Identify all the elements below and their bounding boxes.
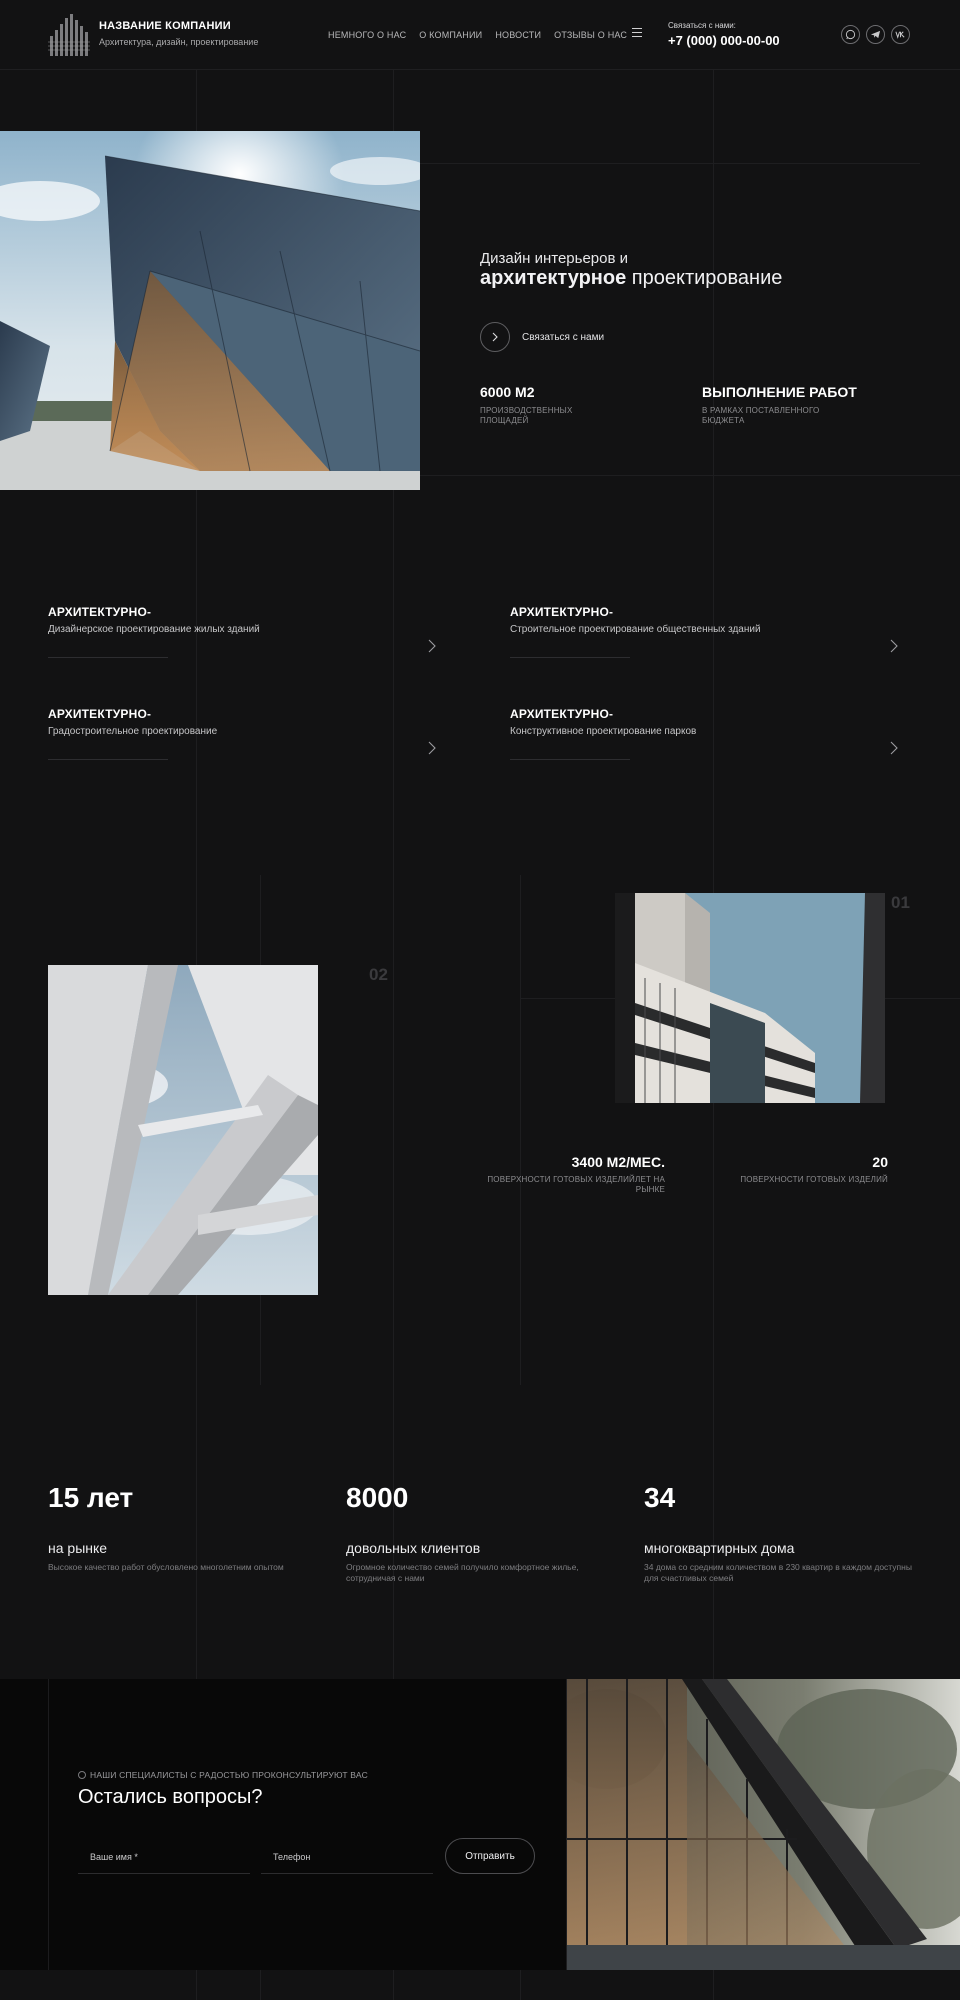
nav-link-about-us[interactable]: НЕМНОГО О НАС <box>328 30 406 40</box>
chevron-right-icon[interactable] <box>427 639 437 653</box>
hero-stat: ВЫПОЛНЕНИЕ РАБОТ В РАМКАХ ПОСТАВЛЕННОГО … <box>702 384 857 426</box>
hero-stat-value: 6000 М2 <box>480 384 535 400</box>
project-stat-label: ПОВЕРХНОСТИ ГОТОВЫХ ИЗДЕЛИЙЛЕТ НА РЫНКЕ <box>487 1175 665 1194</box>
achievement-title: многоквартирных дома <box>644 1540 795 1556</box>
service-title: АРХИТЕКТУРНО- <box>48 707 152 721</box>
project-image[interactable] <box>48 965 318 1295</box>
service-item[interactable]: АРХИТЕКТУРНО- Строительное проектировани… <box>510 605 905 658</box>
contact-phone[interactable]: +7 (000) 000-00-00 <box>668 33 780 48</box>
hero-stat-value: ВЫПОЛНЕНИЕ РАБОТ <box>702 384 857 400</box>
hero-subtitle: Дизайн интерьеров и <box>480 250 628 267</box>
achievement: 15 лет на рынке Высокое качество работ о… <box>48 1482 318 1573</box>
grid-line <box>48 1679 49 1970</box>
service-title: АРХИТЕКТУРНО- <box>510 605 614 619</box>
hero-contact-button[interactable]: Связаться с нами <box>480 322 604 352</box>
service-item[interactable]: АРХИТЕКТУРНО- Конструктивное проектирова… <box>510 707 905 760</box>
project-image[interactable] <box>615 893 885 1103</box>
service-description: Конструктивное проектирование парков <box>510 726 697 737</box>
achievement-title: на рынке <box>48 1540 108 1556</box>
hero-stat-label: В РАМКАХ ПОСТАВЛЕННОГО БЮДЖЕТА <box>702 406 820 425</box>
whatsapp-icon[interactable] <box>841 25 860 44</box>
contact-label: Связаться с нами: <box>668 21 736 30</box>
name-field[interactable] <box>78 1840 250 1874</box>
grid-line <box>420 163 920 164</box>
achievement-description: Высокое качество работ обусловлено много… <box>48 1562 284 1572</box>
project-stat-label: ПОВЕРХНОСТИ ГОТОВЫХ ИЗДЕЛИЙ <box>740 1175 888 1184</box>
chevron-right-icon[interactable] <box>889 741 899 755</box>
company-subtitle: Архитектура, дизайн, проектирование <box>99 37 259 47</box>
telegram-icon[interactable] <box>866 25 885 44</box>
company-logo[interactable] <box>48 12 90 56</box>
hero-contact-button-label: Связаться с нами <box>522 331 605 343</box>
grid-line <box>420 475 960 476</box>
submit-button[interactable]: Отправить <box>445 1838 535 1874</box>
nav-link-reviews[interactable]: ОТЗЫВЫ О НАС <box>554 30 627 40</box>
project-stat-value: 20 <box>872 1154 888 1170</box>
service-item[interactable]: АРХИТЕКТУРНО- Градостроительное проектир… <box>48 707 443 760</box>
contact-kicker: НАШИ СПЕЦИАЛИСТЫ С РАДОСТЬЮ ПРОКОНСУЛЬТИ… <box>78 1770 368 1780</box>
achievement-value: 15 лет <box>48 1482 134 1513</box>
chevron-right-icon[interactable] <box>889 639 899 653</box>
phone-field[interactable] <box>261 1840 433 1874</box>
divider <box>48 759 168 760</box>
service-item[interactable]: АРХИТЕКТУРНО- Дизайнерское проектировани… <box>48 605 443 658</box>
project-number: 02 <box>369 965 388 984</box>
achievement: 8000 довольных клиентов Огромное количес… <box>346 1482 616 1584</box>
phone-input[interactable] <box>261 1840 433 1873</box>
main-nav: НЕМНОГО О НАС О КОМПАНИИ НОВОСТИ ОТЗЫВЫ … <box>328 30 627 40</box>
service-description: Градостроительное проектирование <box>48 726 218 737</box>
company-name: НАЗВАНИЕ КОМПАНИИ <box>99 20 231 32</box>
divider <box>510 759 630 760</box>
service-title: АРХИТЕКТУРНО- <box>510 707 614 721</box>
achievement-title: довольных клиентов <box>346 1540 481 1556</box>
chevron-right-icon[interactable] <box>427 741 437 755</box>
achievement-description: 34 дома со средним количеством в 230 ква… <box>644 1562 912 1583</box>
contact-section <box>0 1679 567 1970</box>
nav-link-company[interactable]: О КОМПАНИИ <box>419 30 482 40</box>
achievement: 34 многоквартирных дома 34 дома со средн… <box>644 1482 914 1584</box>
service-description: Строительное проектирование общественных… <box>510 624 761 635</box>
chevron-right-icon <box>480 322 510 352</box>
hero-title: архитектурное проектирование <box>480 267 783 289</box>
grid-line <box>520 875 521 1385</box>
social-links <box>841 25 910 44</box>
project-stat-value: 3400 М2/МЕС. <box>571 1154 665 1170</box>
hero-stat: 6000 М2 ПРОИЗВОДСТВЕННЫХ ПЛОЩАДЕЙ <box>480 384 610 426</box>
menu-icon[interactable] <box>632 28 642 37</box>
contact-image <box>567 1679 960 1970</box>
grid-line <box>260 1970 261 2000</box>
nav-link-news[interactable]: НОВОСТИ <box>495 30 541 40</box>
site-header: НАЗВАНИЕ КОМПАНИИ Архитектура, дизайн, п… <box>0 0 960 70</box>
achievement-value: 34 <box>644 1482 676 1513</box>
service-title: АРХИТЕКТУРНО- <box>48 605 152 619</box>
achievement-value: 8000 <box>346 1482 409 1513</box>
grid-line <box>520 1970 521 2000</box>
name-input[interactable] <box>78 1840 250 1873</box>
divider <box>48 657 168 658</box>
hero-stat-label: ПРОИЗВОДСТВЕННЫХ ПЛОЩАДЕЙ <box>480 406 573 425</box>
divider <box>510 657 630 658</box>
project-stat: 3400 М2/МЕС. ПОВЕРХНОСТИ ГОТОВЫХ ИЗДЕЛИЙ… <box>470 1154 665 1195</box>
contact-title: Остались вопросы? <box>78 1786 263 1808</box>
service-description: Дизайнерское проектирование жилых зданий <box>48 624 260 635</box>
vk-icon[interactable] <box>891 25 910 44</box>
achievement-description: Огромное количество семей получило комфо… <box>346 1562 579 1583</box>
project-number: 01 <box>891 893 910 912</box>
hero-image <box>0 131 420 490</box>
project-stat: 20 ПОВЕРХНОСТИ ГОТОВЫХ ИЗДЕЛИЙ <box>700 1154 888 1185</box>
